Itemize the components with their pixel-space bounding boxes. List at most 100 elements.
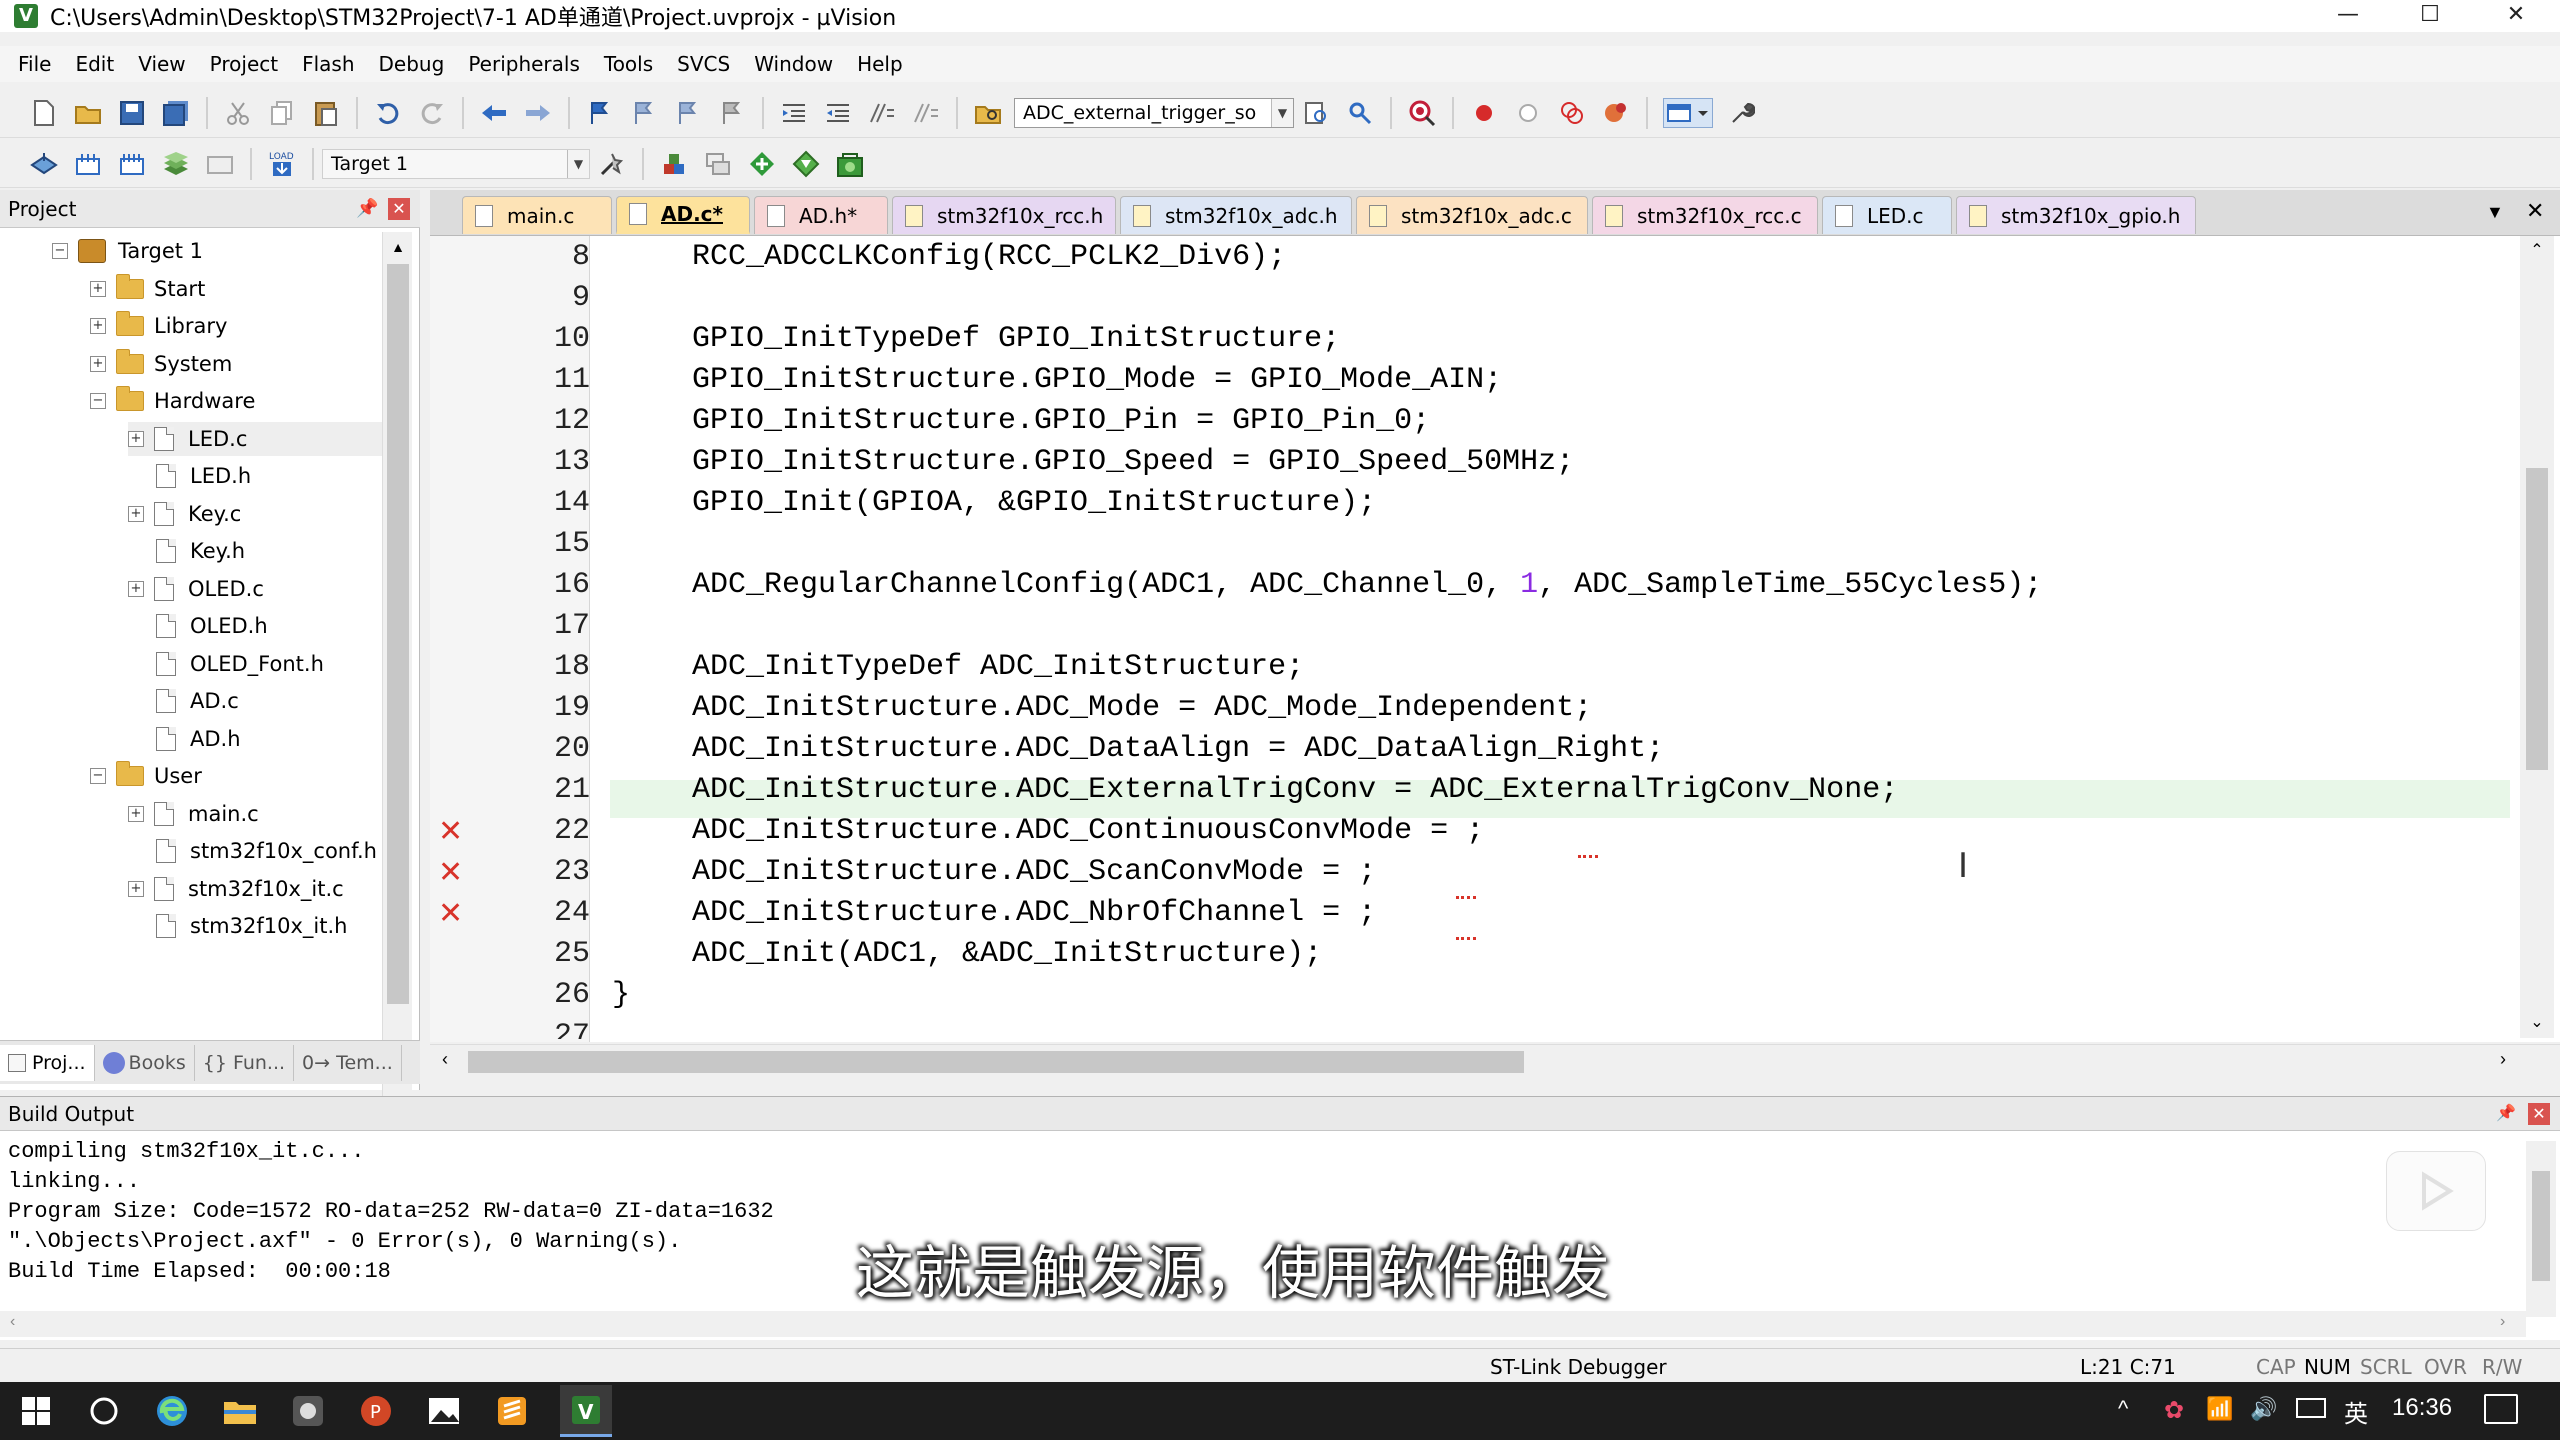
tree-item-it-c[interactable]: + stm32f10x_it.c [128,872,344,906]
scrollbar-thumb[interactable] [2532,1171,2550,1281]
editor-tab-gpio-h[interactable]: stm32f10x_gpio.h [1956,196,2196,234]
windows-start-icon[interactable] [16,1391,56,1431]
tree-item-system[interactable]: + System [90,347,232,381]
tree-item-target[interactable]: − Target 1 [52,234,203,268]
tree-item-start[interactable]: + Start [90,272,205,306]
scroll-right-icon[interactable]: › [2500,1313,2505,1331]
menu-window[interactable]: Window [754,52,833,76]
pin-icon[interactable]: 📌 [2496,1103,2516,1122]
indent-icon[interactable] [779,98,809,128]
tree-item-led-h[interactable]: LED.h [156,459,251,493]
code-line[interactable]: ADC_InitStructure.ADC_DataAlign = ADC_Da… [692,732,1664,766]
code-line[interactable]: ADC_RegularChannelConfig(ADC1, ADC_Chann… [692,568,2042,602]
input-method-indicator[interactable]: 英 [2344,1394,2368,1429]
photos-icon[interactable] [424,1391,464,1431]
scroll-up-icon[interactable]: ▲ [383,232,413,262]
disable-breakpoint-icon[interactable] [1513,98,1543,128]
navigate-back-icon[interactable] [479,98,509,128]
menu-edit[interactable]: Edit [75,52,114,76]
editor-vertical-scrollbar[interactable]: ⌃ ⌄ [2520,236,2554,1038]
tree-item-oled-h[interactable]: OLED.h [156,609,268,643]
uvision-taskbar-icon[interactable]: V [560,1385,612,1437]
build-icon[interactable] [73,149,103,179]
video-play-button[interactable] [2386,1151,2486,1231]
close-editor-icon[interactable]: ✕ [2526,198,2544,224]
scrollbar-thumb[interactable] [387,264,409,1004]
editor-tab-adc-h[interactable]: stm32f10x_adc.h [1120,196,1352,234]
menu-view[interactable]: View [138,52,185,76]
code-line[interactable]: ADC_InitTypeDef ADC_InitStructure; [692,650,1304,684]
tree-item-oled-c[interactable]: + OLED.c [128,572,264,606]
chevron-down-icon[interactable]: ▼ [1271,98,1293,127]
search-icon[interactable] [84,1391,124,1431]
code-line[interactable]: ADC_InitStructure.ADC_Mode = ADC_Mode_In… [692,691,1592,725]
redo-icon[interactable] [417,98,447,128]
tree-item-ad-h[interactable]: AD.h [156,722,241,756]
wifi-icon[interactable]: 📶 [2206,1396,2233,1422]
breakpoint-icon[interactable] [1469,98,1499,128]
prev-bookmark-icon[interactable] [629,98,659,128]
editor-tab-ad-h[interactable]: AD.h* [754,196,888,234]
menu-project[interactable]: Project [210,52,278,76]
code-line[interactable]: GPIO_Init(GPIOA, &GPIO_InitStructure); [692,486,1376,520]
pin-icon[interactable]: 📌 [356,198,378,219]
uncomment-icon[interactable] [911,98,941,128]
collapse-icon[interactable]: − [90,393,106,409]
save-icon[interactable] [117,98,147,128]
sublime-editor-icon[interactable] [492,1391,532,1431]
kill-all-breakpoints-icon[interactable] [1601,98,1631,128]
scroll-down-icon[interactable]: ⌄ [2520,1008,2554,1038]
expand-icon[interactable]: + [128,881,144,897]
find-in-files-icon[interactable] [973,98,1003,128]
menu-file[interactable]: File [18,52,51,76]
expand-icon[interactable]: + [128,806,144,822]
scrollbar-thumb[interactable] [468,1051,1524,1073]
next-bookmark-icon[interactable] [673,98,703,128]
find-icon[interactable] [1301,98,1331,128]
code-line[interactable]: ADC_InitStructure.ADC_ExternalTrigConv =… [692,773,1898,807]
tray-expand-icon[interactable]: ^ [2118,1396,2128,1422]
editor-tab-adc-c[interactable]: stm32f10x_adc.c [1356,196,1588,234]
tree-item-it-h[interactable]: stm32f10x_it.h [156,909,347,943]
download-icon[interactable]: LOAD [267,149,297,179]
paste-icon[interactable] [311,98,341,128]
tree-item-library[interactable]: + Library [90,309,227,343]
clear-bookmarks-icon[interactable] [717,98,747,128]
editor-tab-rcc-h[interactable]: stm32f10x_rcc.h [892,196,1116,234]
powerpoint-icon[interactable]: P [356,1391,396,1431]
expand-icon[interactable]: + [128,506,144,522]
scroll-right-icon[interactable]: › [2500,1049,2506,1070]
comment-icon[interactable] [867,98,897,128]
minimize-button[interactable]: — [2320,0,2376,32]
editor-tab-ad-c[interactable]: AD.c* [616,196,750,234]
scroll-left-icon[interactable]: ‹ [442,1049,448,1070]
build-output-scrollbar[interactable] [2526,1141,2556,1317]
stop-build-icon[interactable] [205,149,235,179]
tree-item-key-c[interactable]: + Key.c [128,497,241,531]
menu-debug[interactable]: Debug [379,52,445,76]
tree-item-conf-h[interactable]: stm32f10x_conf.h [156,834,377,868]
tab-templates[interactable]: 0→ Tem... [294,1044,402,1081]
select-packs-icon[interactable] [747,149,777,179]
code-line[interactable]: ADC_InitStructure.ADC_ScanConvMode = ; [692,855,1376,889]
code-line[interactable]: ADC_InitStructure.ADC_NbrOfChannel = ; [692,896,1376,930]
edge-browser-icon[interactable] [152,1391,192,1431]
code-line[interactable]: ADC_InitStructure.ADC_ContinuousConvMode… [692,814,1484,848]
close-panel-icon[interactable]: ✕ [2528,1103,2550,1125]
close-panel-icon[interactable]: ✕ [388,198,410,220]
expand-icon[interactable]: + [128,581,144,597]
tree-item-main-c[interactable]: + main.c [128,797,259,831]
camera-app-icon[interactable] [288,1391,328,1431]
menu-svcs[interactable]: SVCS [677,52,730,76]
new-file-icon[interactable] [29,98,59,128]
find-combo[interactable]: ADC_external_trigger_so ▼ [1014,97,1294,128]
code-line[interactable]: ADC_Init(ADC1, &ADC_InitStructure); [692,937,1322,971]
code-line[interactable]: } [612,978,630,1012]
tree-item-user[interactable]: − User [90,759,202,793]
expand-icon[interactable]: + [128,431,144,447]
disable-all-breakpoints-icon[interactable] [1557,98,1587,128]
target-options-icon[interactable] [597,149,627,179]
save-all-icon[interactable] [161,98,191,128]
cut-icon[interactable] [223,98,253,128]
code-line[interactable]: GPIO_InitStructure.GPIO_Mode = GPIO_Mode… [692,363,1502,397]
